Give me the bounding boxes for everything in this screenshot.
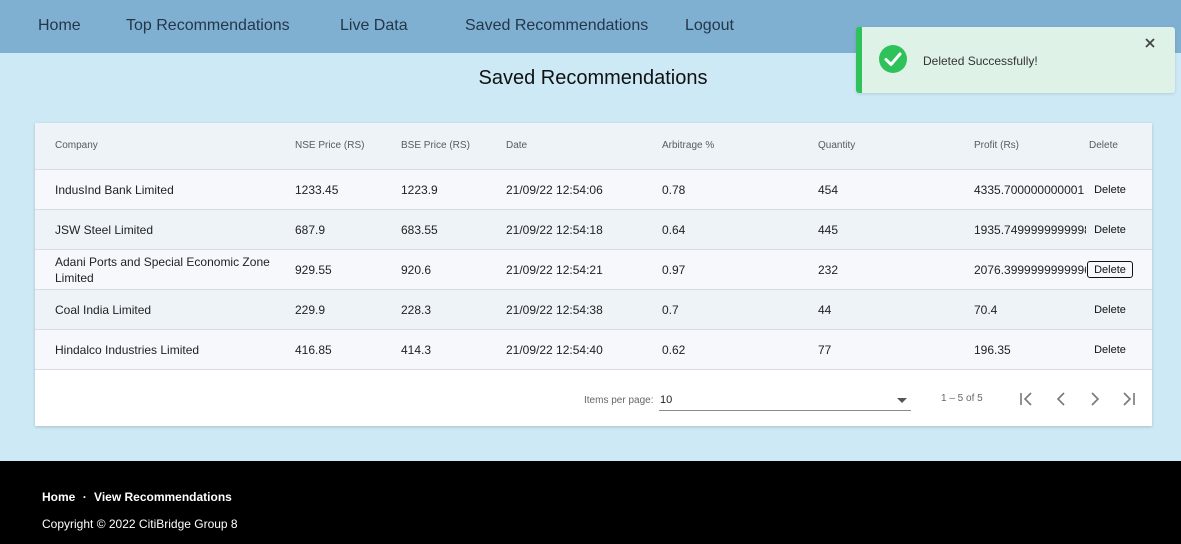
cell-bse-price: 920.6 xyxy=(401,263,432,277)
cell-company: Adani Ports and Special Economic Zone Li… xyxy=(55,255,270,285)
cell-arbitrage: 0.64 xyxy=(662,223,686,237)
footer-home-link[interactable]: Home xyxy=(42,490,75,504)
delete-button[interactable]: Delete xyxy=(1087,181,1133,198)
cell-nse-price: 1233.45 xyxy=(295,183,339,197)
column-header-bse-price[interactable]: BSE Price (RS) xyxy=(401,140,470,151)
footer: Home · View Recommendations Copyright © … xyxy=(0,461,1181,544)
cell-profit: 1935.7499999999998 xyxy=(974,223,1086,237)
previous-page-icon[interactable] xyxy=(1052,389,1070,409)
cell-date: 21/09/22 12:54:06 xyxy=(506,183,603,197)
delete-button[interactable]: Delete xyxy=(1087,261,1133,278)
cell-bse-price: 683.55 xyxy=(401,223,438,237)
cell-quantity: 445 xyxy=(818,223,839,237)
column-header-company[interactable]: Company xyxy=(55,140,98,151)
cell-profit: 2076.3999999999996 xyxy=(974,263,1086,277)
cell-profit: 196.35 xyxy=(974,343,1011,357)
range-label: 1 – 5 of 5 xyxy=(941,393,983,404)
cell-quantity: 454 xyxy=(818,183,839,197)
nav-home-link[interactable]: Home xyxy=(38,17,81,35)
paginator: Items per page: 10 1 – 5 of 5 xyxy=(35,373,1152,426)
delete-button[interactable]: Delete xyxy=(1087,301,1133,318)
table-row: Hindalco Industries Limited 416.85 414.3… xyxy=(35,330,1152,370)
nav-logout-link[interactable]: Logout xyxy=(685,17,734,35)
cell-company: JSW Steel Limited xyxy=(55,223,154,237)
cell-company: Hindalco Industries Limited xyxy=(55,343,200,357)
table-header-row: Company NSE Price (RS) BSE Price (RS) Da… xyxy=(35,123,1152,170)
close-icon[interactable] xyxy=(1142,35,1158,51)
nav-saved-recommendations-link[interactable]: Saved Recommendations xyxy=(465,17,648,35)
column-header-profit[interactable]: Profit (Rs) xyxy=(974,140,1019,151)
cell-bse-price: 414.3 xyxy=(401,343,432,357)
footer-links: Home · View Recommendations xyxy=(42,490,232,504)
last-page-icon[interactable] xyxy=(1119,389,1137,409)
table-row: Adani Ports and Special Economic Zone Li… xyxy=(35,250,1152,290)
toast-message: Deleted Successfully! xyxy=(923,54,1038,68)
check-circle-icon xyxy=(879,45,907,73)
column-header-nse-price[interactable]: NSE Price (RS) xyxy=(295,140,364,151)
cell-date: 21/09/22 12:54:38 xyxy=(506,303,603,317)
column-header-date[interactable]: Date xyxy=(506,140,527,151)
cell-date: 21/09/22 12:54:18 xyxy=(506,223,603,237)
nav-live-data-link[interactable]: Live Data xyxy=(340,17,408,35)
dropdown-arrow-icon xyxy=(897,398,907,403)
first-page-icon[interactable] xyxy=(1018,389,1036,409)
cell-arbitrage: 0.7 xyxy=(662,303,679,317)
cell-bse-price: 228.3 xyxy=(401,303,432,317)
cell-company: Coal India Limited xyxy=(55,303,152,317)
next-page-icon[interactable] xyxy=(1086,389,1104,409)
cell-arbitrage: 0.97 xyxy=(662,263,686,277)
table-row: IndusInd Bank Limited 1233.45 1223.9 21/… xyxy=(35,170,1152,210)
cell-profit: 70.4 xyxy=(974,303,998,317)
cell-nse-price: 416.85 xyxy=(295,343,332,357)
items-per-page-value: 10 xyxy=(660,394,673,406)
cell-bse-price: 1223.9 xyxy=(401,183,438,197)
nav-top-recommendations-link[interactable]: Top Recommendations xyxy=(126,17,290,35)
table-row: Coal India Limited 229.9 228.3 21/09/22 … xyxy=(35,290,1152,330)
delete-button[interactable]: Delete xyxy=(1087,221,1133,238)
footer-copyright: Copyright © 2022 CitiBridge Group 8 xyxy=(42,517,238,531)
cell-nse-price: 687.9 xyxy=(295,223,326,237)
table-row: JSW Steel Limited 687.9 683.55 21/09/22 … xyxy=(35,210,1152,250)
cell-arbitrage: 0.78 xyxy=(662,183,686,197)
column-header-quantity[interactable]: Quantity xyxy=(818,140,855,151)
cell-arbitrage: 0.62 xyxy=(662,343,686,357)
cell-quantity: 77 xyxy=(818,343,832,357)
column-header-delete: Delete xyxy=(1089,140,1118,151)
footer-view-recommendations-link[interactable]: View Recommendations xyxy=(94,490,232,504)
cell-quantity: 44 xyxy=(818,303,832,317)
items-per-page-label: Items per page: xyxy=(584,395,654,406)
cell-quantity: 232 xyxy=(818,263,839,277)
delete-button[interactable]: Delete xyxy=(1087,341,1133,358)
cell-date: 21/09/22 12:54:40 xyxy=(506,343,603,357)
column-header-arbitrage[interactable]: Arbitrage % xyxy=(662,140,714,151)
items-per-page-select[interactable]: 10 xyxy=(659,387,911,411)
cell-nse-price: 229.9 xyxy=(295,303,326,317)
cell-company: IndusInd Bank Limited xyxy=(55,183,174,197)
success-toast: Deleted Successfully! xyxy=(856,27,1175,93)
footer-separator: · xyxy=(82,490,87,504)
cell-date: 21/09/22 12:54:21 xyxy=(506,263,603,277)
cell-nse-price: 929.55 xyxy=(295,263,332,277)
cell-profit: 4335.700000000001 xyxy=(974,183,1085,197)
recommendations-table-card: Company NSE Price (RS) BSE Price (RS) Da… xyxy=(35,123,1152,426)
